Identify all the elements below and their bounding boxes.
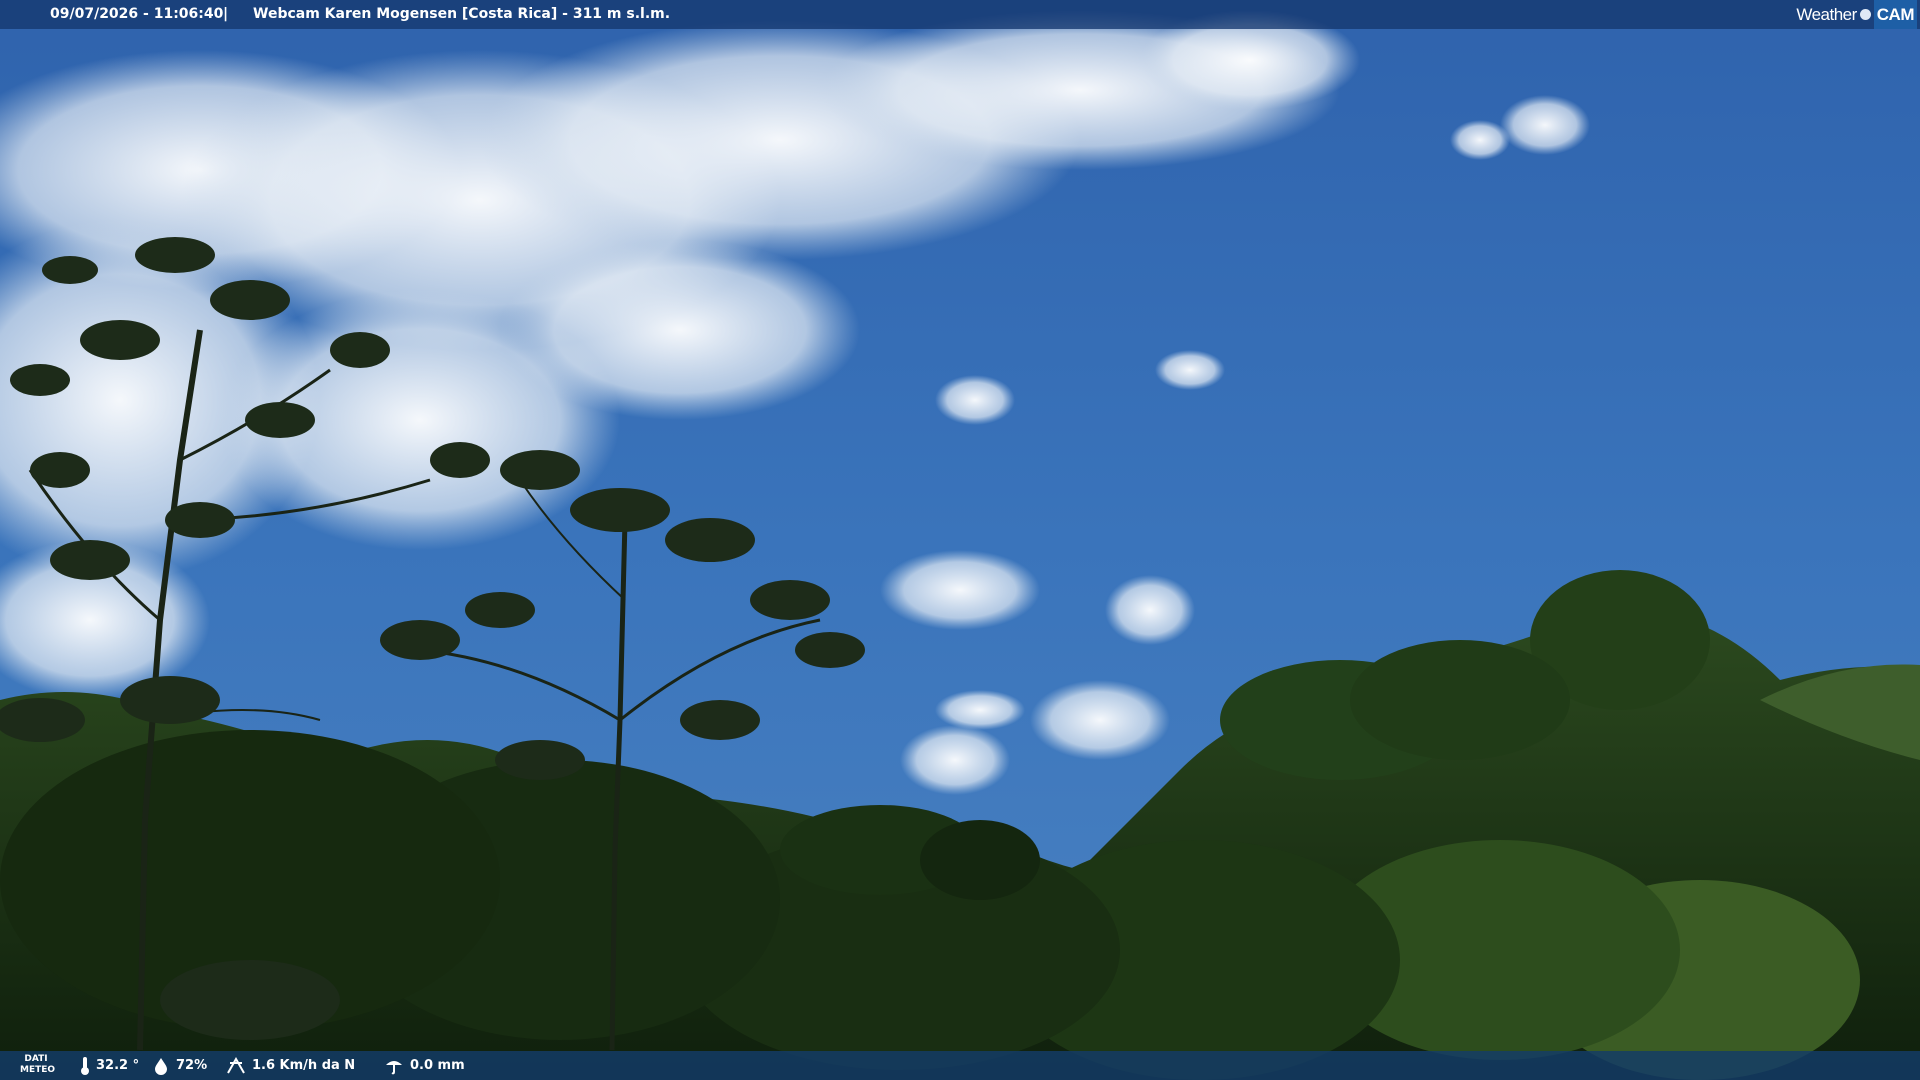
humidity-reading: 72% <box>152 1051 207 1080</box>
rain-reading: 0.0 mm <box>384 1051 465 1080</box>
weather-data-bar: DATI METEO 32.2 ° 72% 1.6 Km/h da N 0.0 … <box>0 1051 1920 1080</box>
camera-title: Webcam Karen Mogensen [Costa Rica] - 311… <box>253 6 671 22</box>
rain-value: 0.0 mm <box>410 1058 465 1073</box>
weather-data-label-line1: DATI <box>24 1054 48 1064</box>
logo-weather-text: Weather <box>1796 5 1857 24</box>
humidity-drop-icon <box>155 1057 167 1075</box>
logo-cam-text: CAM <box>1873 0 1917 29</box>
logo-dot-icon <box>1859 9 1871 20</box>
temperature-reading: 32.2 ° <box>80 1051 139 1080</box>
top-info-bar: 09/07/2026 - 11:06:40 | Webcam Karen Mog… <box>0 0 1920 29</box>
webcam-image <box>0 0 1920 1080</box>
thermometer-icon <box>81 1056 89 1075</box>
weather-data-label: DATI METEO <box>20 1054 56 1076</box>
wind-value: 1.6 Km/h da N <box>252 1058 356 1073</box>
wind-reading: 1.6 Km/h da N <box>226 1051 355 1080</box>
weather-data-label-line2: METEO <box>20 1065 56 1075</box>
rain-gauge-icon <box>386 1060 402 1074</box>
wind-icon <box>227 1056 245 1073</box>
temperature-value: 32.2 ° <box>96 1058 140 1073</box>
capture-datetime: 09/07/2026 - 11:06:40 <box>50 6 224 22</box>
humidity-value: 72% <box>176 1058 208 1073</box>
header-separator: | <box>223 6 229 22</box>
weathercam-logo: Weather CAM <box>1796 0 1917 29</box>
